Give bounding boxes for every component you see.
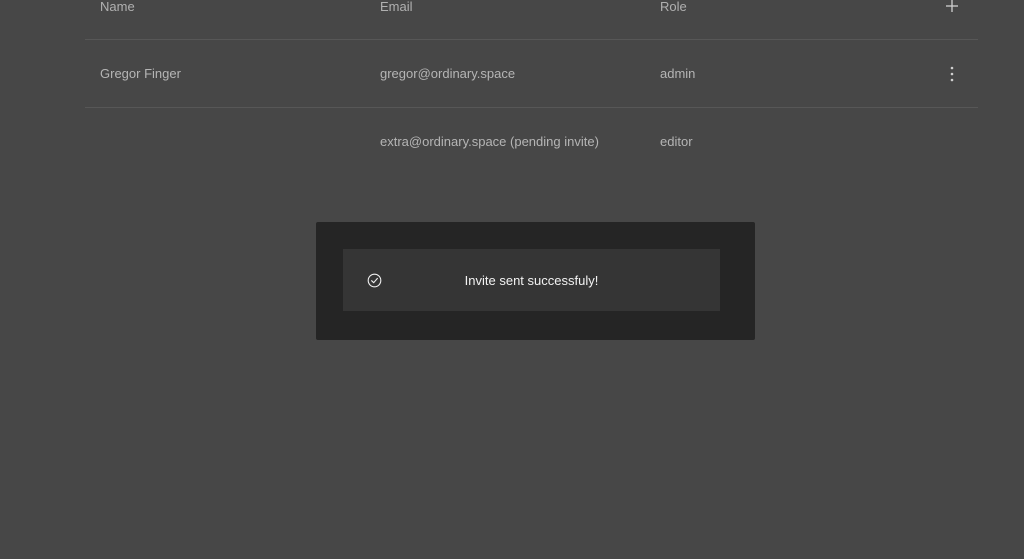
member-email: extra@ordinary.space (pending invite) xyxy=(380,134,599,149)
member-role: admin xyxy=(660,66,696,81)
members-table: Name Email Role Gregor Finger gregor@ord… xyxy=(85,0,978,176)
row-options-button[interactable] xyxy=(944,64,960,84)
column-header-email: Email xyxy=(380,0,413,14)
toast-overlay: Invite sent successfuly! xyxy=(316,222,755,340)
member-role: editor xyxy=(660,134,693,149)
add-member-button[interactable] xyxy=(942,0,962,16)
toast-message: Invite sent successfuly! xyxy=(464,273,599,288)
success-toast: Invite sent successfuly! xyxy=(343,249,720,311)
page: Name Email Role Gregor Finger gregor@ord… xyxy=(0,0,1024,559)
table-row: extra@ordinary.space (pending invite) ed… xyxy=(85,108,978,176)
table-row: Gregor Finger gregor@ordinary.space admi… xyxy=(85,40,978,108)
plus-icon xyxy=(946,0,958,12)
column-header-name: Name xyxy=(100,0,135,14)
column-header-role: Role xyxy=(660,0,687,14)
kebab-vertical-icon xyxy=(950,66,954,82)
member-email: gregor@ordinary.space xyxy=(380,66,516,81)
member-name: Gregor Finger xyxy=(100,66,181,81)
table-header: Name Email Role xyxy=(85,0,978,40)
